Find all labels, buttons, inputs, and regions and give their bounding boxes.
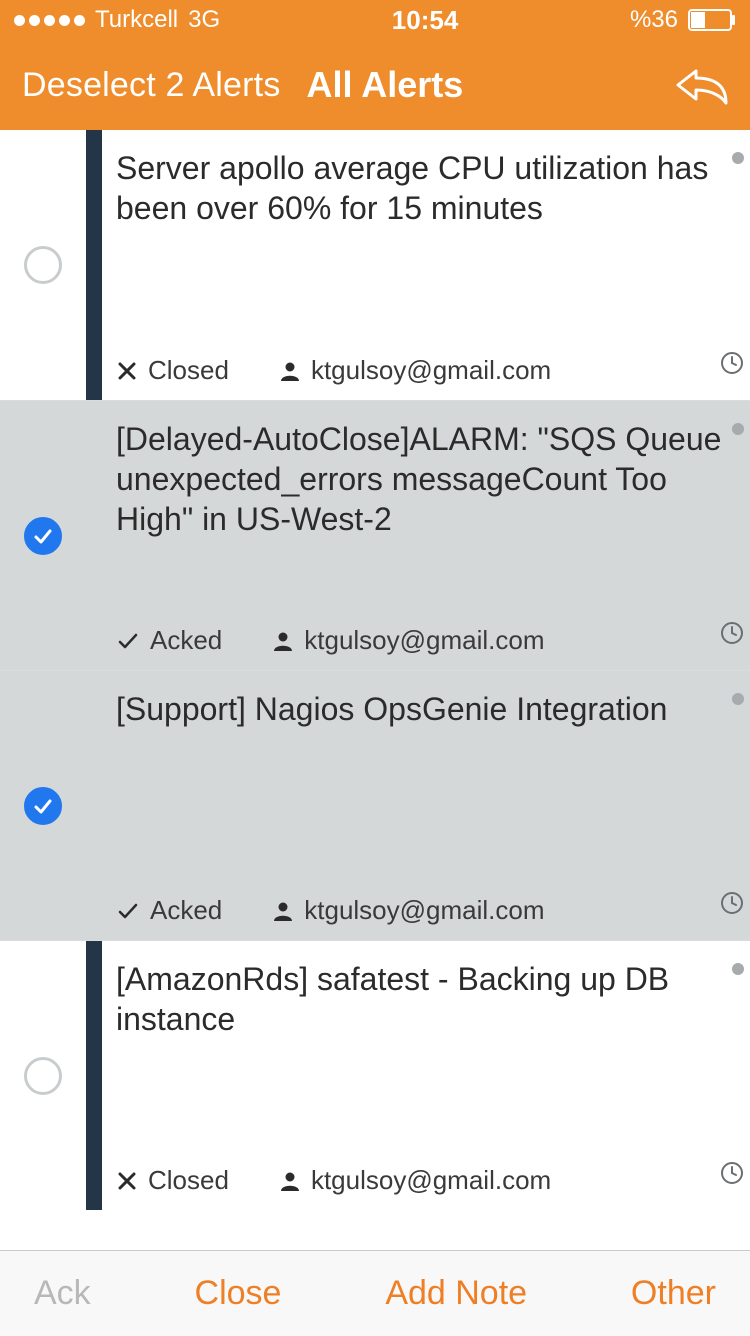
alert-status: Acked: [116, 895, 222, 926]
status-label: Acked: [150, 625, 222, 656]
alert-content: [AmazonRds] safatest - Backing up DB ins…: [102, 941, 750, 1210]
owner-label: ktgulsoy@gmail.com: [304, 625, 544, 656]
select-column[interactable]: [0, 130, 86, 400]
clock-icon: [720, 351, 744, 380]
alert-content: Server apollo average CPU utilization ha…: [102, 130, 750, 400]
alert-title: Server apollo average CPU utilization ha…: [116, 148, 736, 228]
status-right: %36: [630, 6, 736, 34]
status-label: Closed: [148, 1165, 229, 1196]
priority-stripe: [86, 130, 102, 400]
status-bar: Turkcell 3G 10:54 %36: [0, 0, 750, 40]
select-column[interactable]: [0, 671, 86, 940]
priority-stripe: [86, 401, 102, 670]
alert-item[interactable]: [Support] Nagios OpsGenie Integration Ac…: [0, 670, 750, 940]
alert-item[interactable]: Server apollo average CPU utilization ha…: [0, 130, 750, 400]
user-icon: [279, 360, 301, 382]
clock-icon: [720, 891, 744, 920]
alert-meta-row: Closed ktgulsoy@gmail.com: [116, 1145, 736, 1196]
carrier-label: Turkcell: [95, 6, 178, 34]
alert-owner: ktgulsoy@gmail.com: [279, 1165, 551, 1196]
alert-owner: ktgulsoy@gmail.com: [272, 895, 544, 926]
alert-item[interactable]: [Delayed-AutoClose]ALARM: "SQS Queue une…: [0, 400, 750, 670]
checkbox-icon[interactable]: [24, 246, 62, 284]
alert-item[interactable]: [AmazonRds] safatest - Backing up DB ins…: [0, 940, 750, 1210]
alert-content: [Delayed-AutoClose]ALARM: "SQS Queue une…: [102, 401, 750, 670]
other-button[interactable]: Other: [631, 1274, 716, 1313]
alert-status: Acked: [116, 625, 222, 656]
battery-percent-label: %36: [630, 6, 678, 34]
status-label: Closed: [148, 355, 229, 386]
checkbox-icon[interactable]: [24, 787, 62, 825]
nav-bar: Deselect 2 Alerts All Alerts: [0, 40, 750, 130]
page-title: All Alerts: [307, 64, 464, 106]
alert-title: [AmazonRds] safatest - Backing up DB ins…: [116, 959, 736, 1039]
owner-label: ktgulsoy@gmail.com: [304, 895, 544, 926]
alert-title: [Support] Nagios OpsGenie Integration: [116, 689, 736, 729]
alert-content: [Support] Nagios OpsGenie Integration Ac…: [102, 671, 750, 940]
checkbox-icon[interactable]: [24, 517, 62, 555]
alert-status: Closed: [116, 355, 229, 386]
network-type-label: 3G: [188, 6, 220, 34]
unread-indicator-icon: [732, 152, 744, 164]
alert-owner: ktgulsoy@gmail.com: [272, 625, 544, 656]
owner-label: ktgulsoy@gmail.com: [311, 355, 551, 386]
select-column[interactable]: [0, 941, 86, 1210]
clock-icon: [720, 1161, 744, 1190]
select-column[interactable]: [0, 401, 86, 670]
alert-meta-row: Acked ktgulsoy@gmail.com: [116, 605, 736, 656]
bottom-toolbar: Ack Close Add Note Other: [0, 1250, 750, 1336]
check-icon: [116, 629, 140, 653]
reply-icon[interactable]: [672, 65, 728, 105]
x-icon: [116, 360, 138, 382]
priority-stripe: [86, 941, 102, 1210]
checkbox-icon[interactable]: [24, 1057, 62, 1095]
user-icon: [272, 630, 294, 652]
unread-indicator-icon: [732, 423, 744, 435]
clock-label: 10:54: [392, 5, 459, 36]
deselect-button[interactable]: Deselect 2 Alerts: [22, 66, 281, 105]
status-left: Turkcell 3G: [14, 6, 220, 34]
alert-list[interactable]: Server apollo average CPU utilization ha…: [0, 130, 750, 1250]
unread-indicator-icon: [732, 963, 744, 975]
alert-status: Closed: [116, 1165, 229, 1196]
alert-meta-row: Closed ktgulsoy@gmail.com: [116, 335, 736, 386]
owner-label: ktgulsoy@gmail.com: [311, 1165, 551, 1196]
alert-meta-row: Acked ktgulsoy@gmail.com: [116, 875, 736, 926]
add-note-button[interactable]: Add Note: [385, 1274, 527, 1313]
unread-indicator-icon: [732, 693, 744, 705]
priority-stripe: [86, 671, 102, 940]
signal-strength-icon: [14, 15, 85, 26]
user-icon: [272, 900, 294, 922]
alert-owner: ktgulsoy@gmail.com: [279, 355, 551, 386]
status-label: Acked: [150, 895, 222, 926]
clock-icon: [720, 621, 744, 650]
ack-button[interactable]: Ack: [34, 1274, 91, 1313]
battery-icon: [688, 9, 736, 31]
user-icon: [279, 1170, 301, 1192]
x-icon: [116, 1170, 138, 1192]
close-button[interactable]: Close: [195, 1274, 282, 1313]
alert-title: [Delayed-AutoClose]ALARM: "SQS Queue une…: [116, 419, 736, 539]
check-icon: [116, 899, 140, 923]
